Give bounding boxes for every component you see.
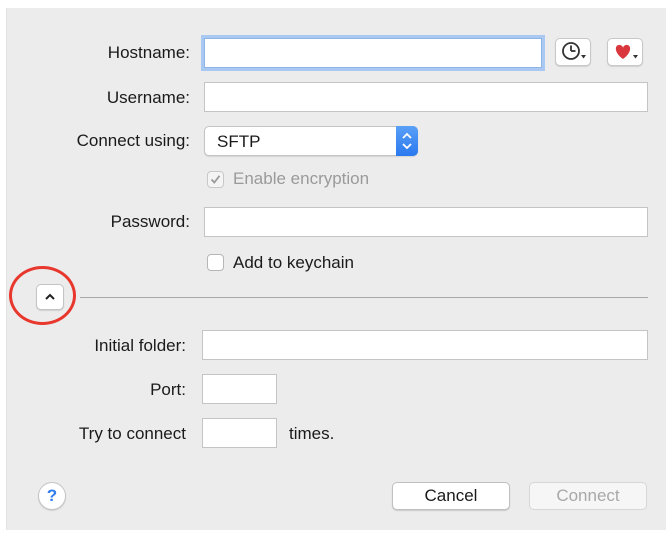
add-to-keychain-checkbox[interactable] — [207, 254, 224, 271]
add-to-keychain-label: Add to keychain — [233, 253, 354, 272]
retry-label: Try to connect — [78, 424, 186, 443]
initial-folder-input[interactable] — [202, 330, 648, 360]
checkmark-icon — [210, 175, 221, 184]
initial-folder-label: Initial folder: — [94, 336, 186, 355]
port-label: Port: — [150, 380, 186, 399]
history-button[interactable] — [555, 38, 591, 66]
chevron-up-icon — [45, 293, 55, 300]
retry-count-input[interactable] — [202, 418, 277, 448]
password-input[interactable] — [204, 207, 648, 237]
protocol-select[interactable]: SFTP — [204, 126, 418, 156]
heart-icon — [615, 44, 638, 59]
section-divider — [80, 297, 648, 298]
bookmarks-button[interactable] — [607, 38, 643, 66]
enable-encryption-label: Enable encryption — [233, 169, 370, 188]
select-stepper[interactable] — [396, 126, 418, 156]
protocol-select-value: SFTP — [217, 132, 261, 151]
hostname-input[interactable] — [204, 38, 542, 68]
connect-button[interactable]: Connect — [529, 482, 647, 510]
username-label: Username: — [106, 88, 190, 107]
enable-encryption-checkbox[interactable] — [207, 171, 224, 188]
connect-using-label: Connect using: — [76, 131, 190, 150]
cancel-button[interactable]: Cancel — [392, 482, 510, 510]
hostname-label: Hostname: — [107, 43, 190, 62]
password-label: Password: — [110, 212, 190, 231]
updown-chevron-icon — [402, 132, 412, 150]
advanced-options-toggle[interactable] — [36, 284, 64, 310]
retry-suffix-label: times. — [289, 424, 335, 443]
clock-icon — [562, 42, 586, 60]
port-input[interactable] — [202, 374, 277, 404]
help-button[interactable]: ? — [38, 482, 66, 510]
username-input[interactable] — [204, 82, 648, 112]
